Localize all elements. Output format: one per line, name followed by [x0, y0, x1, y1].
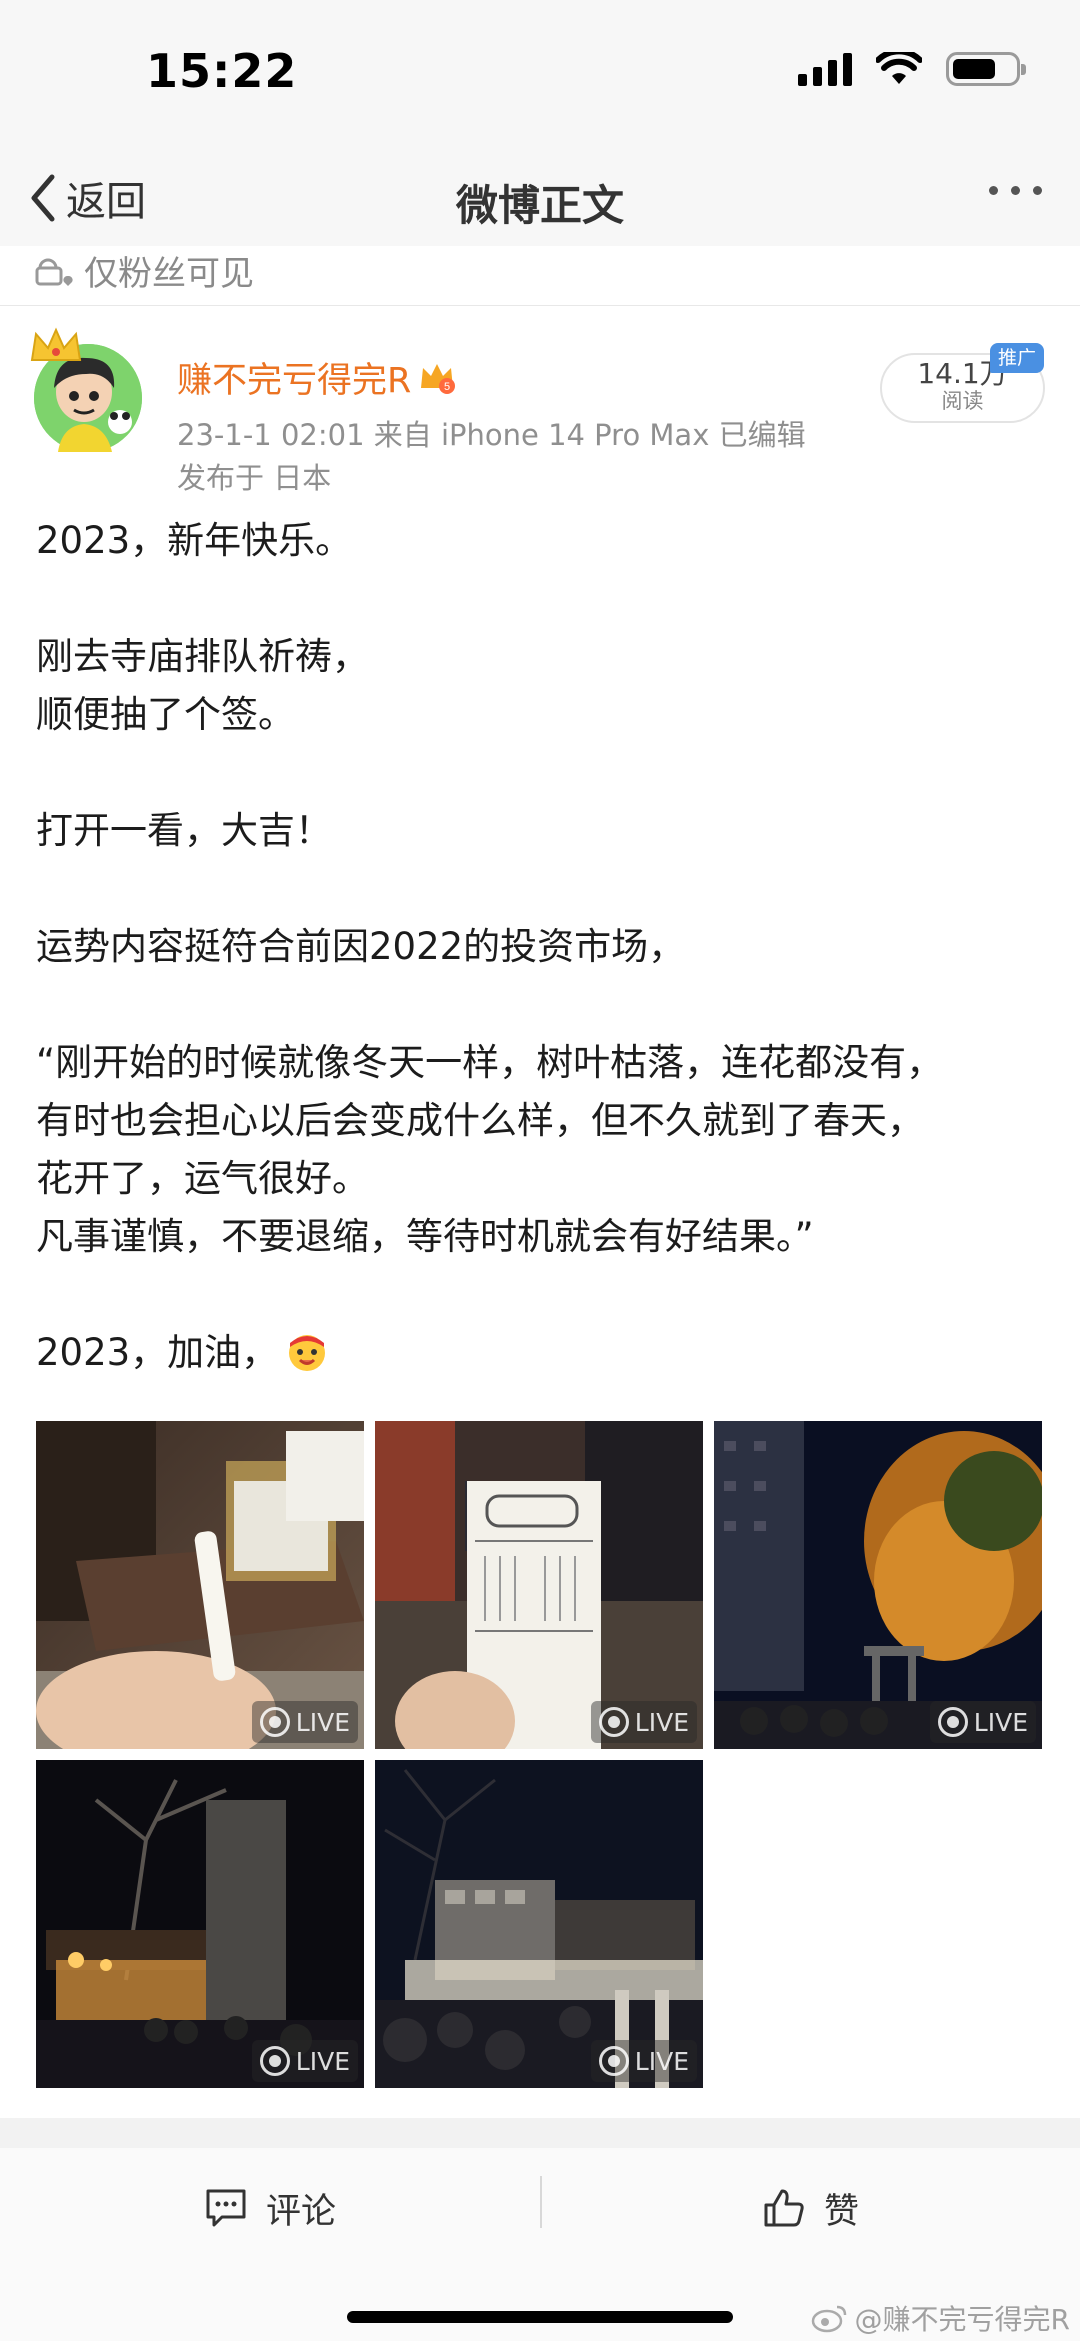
post-line: 凡事谨慎，不要退缩，等待时机就会有好结果。” — [36, 1215, 814, 1258]
post-line: 有时也会担心以后会变成什么样，但不久就到了春天， — [36, 1099, 924, 1142]
nav-bar: 返回 微博正文 — [0, 150, 1080, 246]
live-icon — [598, 2046, 629, 2076]
live-icon — [259, 1707, 290, 1737]
author-name[interactable]: 赚不完亏得完R 5 — [177, 352, 457, 403]
visibility-strip: 仅粉丝可见 — [0, 246, 1080, 306]
live-photo-badge: LIVE — [590, 1701, 697, 1743]
live-label: LIVE — [973, 1707, 1028, 1737]
post-line-last: 2023，加油， — [36, 1324, 1056, 1382]
live-icon — [937, 1707, 968, 1737]
photo-street-crowd[interactable]: LIVE — [375, 1760, 703, 2088]
status-icons — [798, 52, 1026, 86]
live-photo-badge: LIVE — [251, 1701, 358, 1743]
comment-button[interactable]: 评论 — [204, 2178, 336, 2238]
post-line: 顺便抽了个签。 — [36, 693, 295, 736]
svg-text:5: 5 — [444, 381, 450, 393]
comment-label: 评论 — [266, 2191, 337, 2232]
photo-shrine-night-tree[interactable]: LIVE — [714, 1421, 1042, 1749]
weibo-logo-icon — [811, 2305, 846, 2333]
post-line: 花开了，运气很好。 — [36, 1157, 369, 1200]
photo-shrine-crowd[interactable]: LIVE — [36, 1760, 364, 2088]
read-count-label: 阅读 — [941, 389, 984, 413]
post-line: 2023，新年快乐。 — [36, 519, 353, 562]
live-icon — [598, 1707, 629, 1737]
post-location: 发布于 日本 — [177, 461, 332, 495]
post-meta: 23-1-1 02:01 来自 iPhone 14 Pro Max 已编辑 — [177, 418, 806, 452]
post-line: 运势内容挺符合前因2022的投资市场， — [36, 925, 686, 968]
live-photo-badge: LIVE — [590, 2040, 697, 2082]
post-line: 打开一看，大吉！ — [36, 809, 332, 852]
cellular-signal-icon — [798, 52, 852, 86]
page-title: 微博正文 — [455, 181, 624, 230]
bottom-separator — [0, 2118, 1080, 2148]
live-label: LIVE — [634, 2046, 689, 2076]
post-line: 2023，加油， — [36, 1331, 279, 1374]
fans-lock-icon — [35, 258, 73, 286]
crown-icon — [30, 327, 82, 361]
live-icon — [259, 2046, 290, 2076]
wifi-icon — [876, 52, 922, 84]
photo-omikuji-paper[interactable]: LIVE — [375, 1421, 703, 1749]
live-label: LIVE — [295, 2046, 350, 2076]
status-time: 15:22 — [146, 44, 298, 98]
like-button[interactable]: 赞 — [762, 2178, 859, 2238]
post-line: 刚去寺庙排队祈祷， — [36, 635, 369, 678]
photo-omikuji-box[interactable]: LIVE — [36, 1421, 364, 1749]
promo-tag: 推广 — [990, 343, 1044, 373]
watermark: @赚不完亏得完R — [811, 2298, 1070, 2338]
live-photo-badge: LIVE — [929, 1701, 1036, 1743]
post-body: 2023，新年快乐。 刚去寺庙排队祈祷， 顺便抽了个签。 打开一看，大吉！ 运势… — [36, 512, 1056, 1382]
author-name-text: 赚不完亏得完R — [177, 361, 412, 401]
comment-icon — [206, 2189, 246, 2227]
dot-icon — [1011, 186, 1020, 195]
dot-icon — [1033, 186, 1042, 195]
post-line: “刚开始的时候就像冬天一样，树叶枯落，连花都没有， — [36, 1041, 944, 1084]
like-label: 赞 — [824, 2191, 860, 2232]
battery-icon — [946, 52, 1026, 86]
visibility-label: 仅粉丝可见 — [84, 254, 254, 294]
status-bar: 15:22 — [0, 0, 1080, 150]
more-options-button[interactable] — [979, 176, 1052, 205]
live-label: LIVE — [634, 1707, 689, 1737]
thumbs-up-icon — [764, 2189, 804, 2227]
dot-icon — [989, 186, 998, 195]
watermark-text: @赚不完亏得完R — [854, 2303, 1070, 2336]
cheer-emoji-icon — [289, 1335, 326, 1371]
vip-crown-badge-icon: 5 — [421, 363, 456, 394]
live-photo-badge: LIVE — [251, 2040, 358, 2082]
live-label: LIVE — [295, 1707, 350, 1737]
action-divider — [540, 2176, 542, 2228]
home-indicator[interactable] — [347, 2311, 733, 2323]
